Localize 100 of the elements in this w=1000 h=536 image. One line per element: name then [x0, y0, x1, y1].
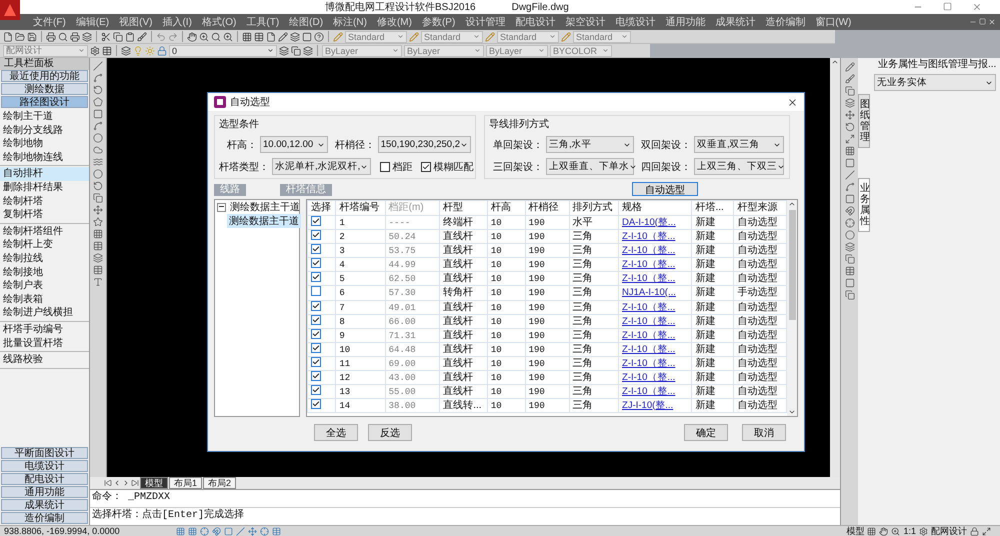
workspace-dropdown[interactable]: 配网设计	[931, 524, 967, 536]
menu-item[interactable]: 造价编制	[760, 15, 810, 29]
grid-icon[interactable]	[844, 146, 854, 156]
crosshair-icon[interactable]	[260, 526, 269, 536]
curve-icon[interactable]	[844, 182, 854, 192]
plotstyle-dropdown[interactable]: BYCOLOR	[550, 44, 612, 56]
lock-icon[interactable]	[970, 526, 979, 536]
layers-icon[interactable]	[279, 46, 289, 56]
panel-item[interactable]: 绘制杆上变	[0, 238, 89, 252]
square-icon[interactable]	[302, 32, 312, 42]
dialog-button[interactable]: 反选	[368, 424, 412, 441]
panel-item[interactable]: 绘制户表	[0, 279, 89, 293]
dialog-button[interactable]: 确定	[684, 424, 728, 441]
text-icon[interactable]	[93, 277, 103, 287]
table-icon[interactable]	[102, 46, 112, 56]
panel-section[interactable]: 配电设计	[1, 473, 88, 485]
dropdown-field[interactable]: 上双三角、下双三	[694, 158, 784, 175]
column-header[interactable]: 杆高	[487, 200, 526, 216]
table-icon[interactable]	[254, 32, 264, 42]
panel-item[interactable]: 绘制地物连线	[0, 150, 89, 164]
circle-icon[interactable]	[93, 133, 103, 143]
color-dropdown[interactable]: ByLayer	[322, 44, 402, 56]
square-icon[interactable]	[844, 158, 854, 168]
square-icon[interactable]	[844, 278, 854, 288]
layers-icon[interactable]	[290, 32, 300, 42]
column-header[interactable]: 杆塔编号	[336, 200, 386, 216]
zoom-icon[interactable]	[223, 32, 233, 42]
line-icon[interactable]	[844, 170, 854, 180]
dropdown-field[interactable]: 10.00,12.00	[260, 136, 328, 153]
auto-select-button[interactable]: 自动选型	[632, 182, 698, 196]
arc-icon[interactable]	[93, 85, 103, 95]
line-icon[interactable]	[93, 61, 103, 71]
menu-item[interactable]: 设计管理	[460, 15, 510, 29]
pencil-icon[interactable]	[844, 62, 854, 72]
panel-item[interactable]: 绘制表箱	[0, 292, 89, 306]
column-header[interactable]: 杆塔...	[692, 200, 734, 216]
checkbox-option[interactable]: 档距	[380, 160, 412, 174]
column-header[interactable]: 规格	[618, 200, 692, 216]
style-dropdown[interactable]: Standard	[573, 30, 631, 42]
panel-item[interactable]: 删除排杆结果	[0, 180, 89, 195]
menu-item[interactable]: 通用功能	[660, 15, 710, 29]
help-icon[interactable]	[314, 32, 324, 42]
printer-icon[interactable]	[46, 32, 56, 42]
scroll-down-icon[interactable]	[788, 408, 796, 416]
square-icon[interactable]	[844, 194, 854, 204]
fullscreen-icon[interactable]	[982, 526, 991, 536]
layers-icon[interactable]	[93, 253, 103, 263]
dropdown-field[interactable]: 上双垂直、下单水	[546, 158, 634, 175]
panel-section[interactable]: 最近使用的功能	[1, 70, 88, 82]
panel-item[interactable]: 绘制杆塔组件	[0, 224, 89, 238]
panel-section[interactable]: 造价编制	[1, 512, 88, 524]
rotate-icon[interactable]	[844, 122, 854, 132]
next-icon[interactable]	[122, 479, 130, 487]
hatch-icon[interactable]	[93, 229, 103, 239]
layers-icon[interactable]	[844, 98, 854, 108]
panel-item[interactable]: 自动排杆	[0, 167, 89, 181]
panel-item[interactable]: 绘制接地	[0, 266, 89, 280]
circle-icon[interactable]	[844, 230, 854, 240]
cloud-icon[interactable]	[93, 145, 103, 155]
scissors-icon[interactable]	[101, 32, 111, 42]
scale-dropdown[interactable]: 1:1	[903, 526, 916, 536]
copy-icon[interactable]	[113, 32, 123, 42]
entity-dropdown[interactable]: 无业务实体	[874, 74, 996, 91]
previous-icon[interactable]	[113, 479, 121, 487]
search-icon[interactable]	[58, 32, 68, 42]
search-icon[interactable]	[211, 32, 221, 42]
copy-icon[interactable]	[291, 46, 301, 56]
column-header[interactable]: 杆梢径	[525, 200, 570, 216]
menu-item[interactable]: 文件(F)	[28, 15, 71, 29]
magnet-icon[interactable]	[844, 206, 854, 216]
curve-icon[interactable]	[93, 121, 103, 131]
column-header[interactable]: 选择	[308, 200, 336, 216]
layout-tab[interactable]: 模型	[140, 477, 168, 489]
pencil-icon[interactable]	[278, 32, 288, 42]
restore-icon[interactable]	[979, 18, 986, 25]
panel-section[interactable]: 电缆设计	[1, 460, 88, 472]
panel-item[interactable]: 杆塔手动编号	[0, 322, 89, 336]
hand-icon[interactable]	[879, 526, 888, 536]
file-icon[interactable]	[266, 32, 276, 42]
layers-icon[interactable]	[844, 242, 854, 252]
move-icon[interactable]	[248, 526, 257, 536]
clipboard-icon[interactable]	[125, 32, 135, 42]
move-icon[interactable]	[844, 110, 854, 120]
last-icon[interactable]	[131, 479, 139, 487]
style-dropdown[interactable]: Standard	[497, 30, 559, 42]
menu-item[interactable]: 格式(O)	[196, 15, 242, 29]
layer-dropdown[interactable]: 0	[169, 44, 277, 56]
chevron-down-icon[interactable]	[267, 47, 274, 54]
layers-icon[interactable]	[303, 46, 313, 56]
menu-item[interactable]: 插入(I)	[157, 15, 197, 29]
layers-icon[interactable]	[121, 46, 131, 56]
menu-item[interactable]: 编辑(E)	[70, 15, 114, 29]
menu-item[interactable]: 配电设计	[510, 15, 560, 29]
menu-item[interactable]: 工具(T)	[241, 15, 284, 29]
panel-item[interactable]: 批量设置杆塔	[0, 336, 89, 350]
settings-icon[interactable]	[919, 526, 928, 536]
dialog-button[interactable]: 全选	[314, 424, 358, 441]
magnet-icon[interactable]	[212, 526, 221, 536]
layers-icon[interactable]	[82, 32, 92, 42]
first-icon[interactable]	[104, 479, 112, 487]
